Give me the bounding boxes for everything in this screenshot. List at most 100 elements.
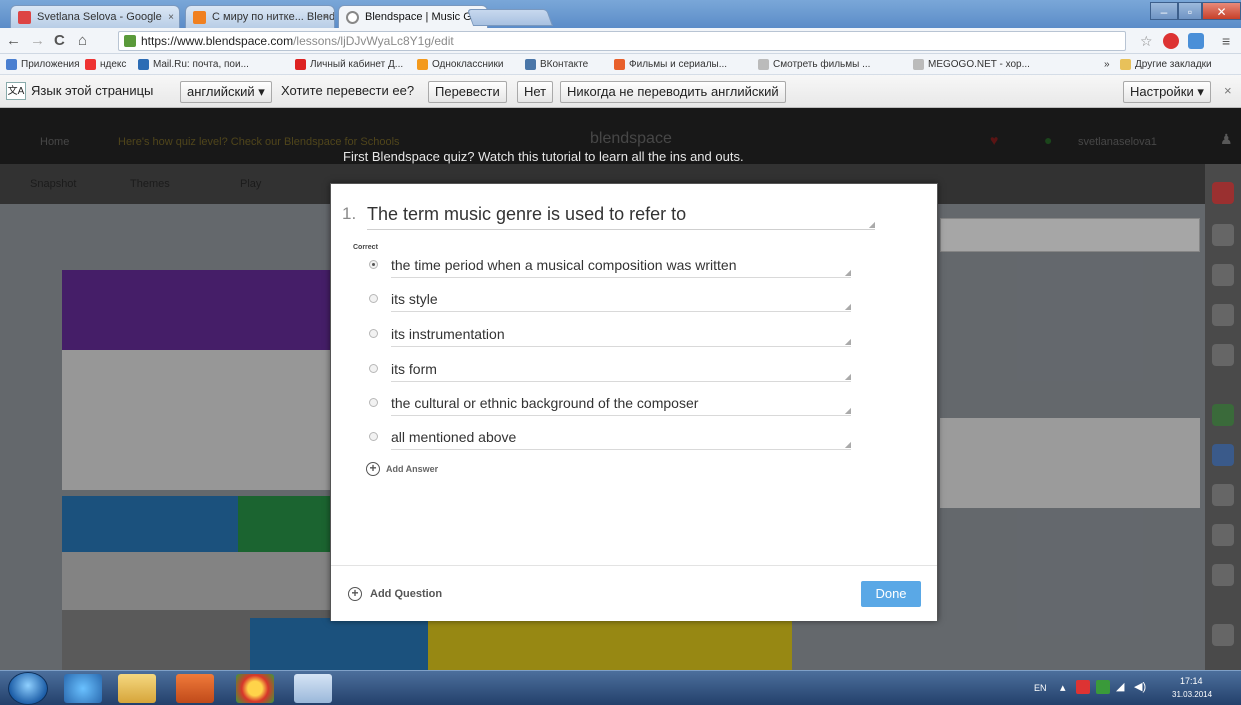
correct-radio[interactable]: [369, 432, 378, 441]
address-bar[interactable]: https://www.blendspace.com/lessons/ljDJv…: [118, 31, 1126, 51]
extension-icon[interactable]: [1163, 33, 1179, 49]
tray-arrow-icon[interactable]: ▴: [1060, 681, 1066, 694]
browser-toolbar: ← → C ⌂ https://www.blendspace.com/lesso…: [0, 28, 1241, 54]
answer-row: its style ◢: [369, 288, 853, 312]
rail-button[interactable]: [1212, 524, 1234, 546]
plus-circle-icon: +: [366, 462, 380, 476]
bookmark-item[interactable]: Приложения: [6, 57, 80, 72]
correct-label: Correct: [353, 244, 378, 251]
done-button[interactable]: Done: [861, 581, 921, 607]
bookmark-item[interactable]: Фильмы и сериалы...: [614, 57, 727, 72]
translate-button[interactable]: Перевести: [428, 81, 507, 103]
answer-input[interactable]: its form ◢: [391, 358, 851, 382]
bookmark-item[interactable]: ндекс: [85, 57, 126, 72]
tab-strip: Svetlana Selova - Google × С миру по нит…: [0, 0, 1241, 28]
rail-button[interactable]: [1212, 264, 1234, 286]
never-translate-button[interactable]: Никогда не переводить английский: [560, 81, 786, 103]
bookmark-item[interactable]: ВКонтакте: [525, 57, 588, 72]
bookmark-item[interactable]: Одноклассники: [417, 57, 503, 72]
blendspace-favicon-icon: [346, 11, 359, 24]
new-tab-button[interactable]: [466, 9, 554, 26]
bookmark-folder-other[interactable]: Другие закладки: [1120, 57, 1212, 72]
bookmarks-bar: Приложения ндекс Mail.Ru: почта, пои... …: [0, 54, 1241, 75]
answer-input[interactable]: the time period when a musical compositi…: [391, 254, 851, 278]
clock-date[interactable]: 31.03.2014: [1172, 690, 1212, 699]
network-app-icon[interactable]: [1096, 680, 1110, 694]
question-text: The term music genre is used to refer to: [367, 204, 687, 224]
bookmark-item[interactable]: Смотреть фильмы ...: [758, 57, 870, 72]
start-button[interactable]: [8, 672, 48, 705]
rail-button[interactable]: [1212, 564, 1234, 586]
no-button[interactable]: Нет: [517, 81, 554, 103]
minimize-button[interactable]: –: [1150, 2, 1178, 20]
reload-icon[interactable]: C: [54, 32, 65, 50]
tutorial-banner[interactable]: First Blendspace quiz? Watch this tutori…: [343, 149, 744, 164]
bookmark-item[interactable]: Mail.Ru: почта, пои...: [138, 57, 249, 72]
rail-button[interactable]: [1212, 444, 1234, 466]
resize-handle-icon[interactable]: ◢: [845, 338, 851, 346]
translate-close-icon[interactable]: ×: [1224, 81, 1232, 103]
language-indicator[interactable]: EN: [1034, 683, 1047, 693]
correct-radio[interactable]: [369, 398, 378, 407]
paint-icon[interactable]: [294, 674, 332, 703]
correct-radio[interactable]: [369, 294, 378, 303]
forward-icon[interactable]: →: [30, 32, 45, 50]
translate-icon: 文A: [6, 82, 26, 100]
answer-input[interactable]: all mentioned above ◢: [391, 426, 851, 450]
answer-input[interactable]: its instrumentation ◢: [391, 323, 851, 347]
bookmark-item[interactable]: MEGOGO.NET - хор...: [913, 57, 1030, 72]
home-icon[interactable]: ⌂: [78, 32, 87, 50]
rail-button[interactable]: [1212, 404, 1234, 426]
tab-blend-1[interactable]: С миру по нитке... Blend ×: [185, 5, 335, 28]
plus-circle-icon: +: [348, 587, 362, 601]
rail-button[interactable]: [1212, 344, 1234, 366]
question-input[interactable]: The term music genre is used to refer to…: [367, 202, 875, 230]
tab-google[interactable]: Svetlana Selova - Google ×: [10, 5, 180, 28]
tab-close-icon[interactable]: ×: [168, 6, 174, 28]
add-question-button[interactable]: + Add Question: [348, 586, 442, 602]
star-icon[interactable]: ☆: [1140, 33, 1156, 49]
tab-title: С миру по нитке... Blend: [212, 11, 335, 23]
lock-icon: [124, 35, 136, 47]
rail-button[interactable]: [1212, 484, 1234, 506]
translate-settings-button[interactable]: Настройки ▾: [1123, 81, 1211, 103]
rail-button[interactable]: [1212, 304, 1234, 326]
translate-extension-icon[interactable]: [1188, 33, 1204, 49]
tab-close-icon[interactable]: ×: [323, 6, 329, 28]
tab-blendspace-active[interactable]: Blendspace | Music Genre ×: [338, 5, 488, 28]
rail-button[interactable]: [1212, 182, 1234, 204]
media-player-icon[interactable]: [176, 674, 214, 703]
answer-input[interactable]: its style ◢: [391, 288, 851, 312]
antivirus-icon[interactable]: [1076, 680, 1090, 694]
signal-icon[interactable]: ◢: [1116, 680, 1124, 693]
language-select[interactable]: английский ▾: [180, 81, 272, 103]
bookmarks-overflow-icon[interactable]: »: [1104, 57, 1110, 72]
resize-handle-icon[interactable]: ◢: [845, 303, 851, 311]
resize-handle-icon[interactable]: ◢: [845, 373, 851, 381]
answer-input[interactable]: the cultural or ethnic background of the…: [391, 392, 851, 416]
resize-handle-icon[interactable]: ◢: [869, 221, 875, 229]
add-answer-button[interactable]: + Add Answer: [366, 461, 438, 477]
resize-handle-icon[interactable]: ◢: [845, 407, 851, 415]
ie-icon[interactable]: [64, 674, 102, 703]
resize-handle-icon[interactable]: ◢: [845, 269, 851, 277]
maximize-button[interactable]: ▫: [1178, 2, 1202, 20]
chrome-icon[interactable]: [236, 674, 274, 703]
rail-button[interactable]: [1212, 224, 1234, 246]
windows-taskbar: EN ▴ ◢ ◀) 17:14 31.03.2014: [0, 670, 1241, 705]
correct-radio[interactable]: [369, 364, 378, 373]
gear-icon[interactable]: [1212, 624, 1234, 646]
screen: Svetlana Selova - Google × С миру по нит…: [0, 0, 1241, 705]
bookmark-item[interactable]: Личный кабинет Д...: [295, 57, 403, 72]
resize-handle-icon[interactable]: ◢: [845, 441, 851, 449]
volume-icon[interactable]: ◀): [1134, 680, 1146, 693]
explorer-folder-icon[interactable]: [118, 674, 156, 703]
answer-row: the cultural or ethnic background of the…: [369, 392, 853, 416]
back-icon[interactable]: ←: [6, 32, 21, 50]
close-window-button[interactable]: ✕: [1202, 2, 1241, 20]
clock-time[interactable]: 17:14: [1180, 676, 1203, 686]
answer-row: its form ◢: [369, 358, 853, 382]
correct-radio[interactable]: [369, 260, 378, 269]
menu-icon[interactable]: ≡: [1222, 32, 1230, 50]
correct-radio[interactable]: [369, 329, 378, 338]
